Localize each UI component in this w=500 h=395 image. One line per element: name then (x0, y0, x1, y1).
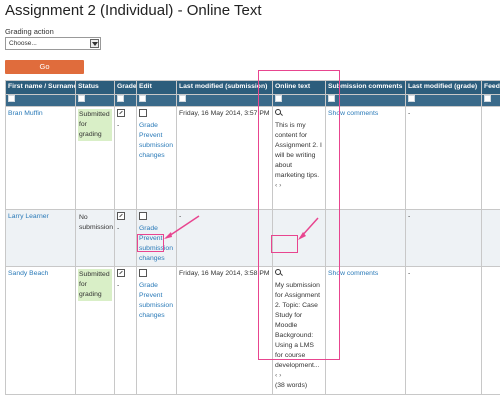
scrollbar-arrows[interactable]: ‹ › (275, 372, 281, 379)
annotation-arrows (0, 0, 500, 363)
word-count: (38 words) (275, 382, 307, 389)
